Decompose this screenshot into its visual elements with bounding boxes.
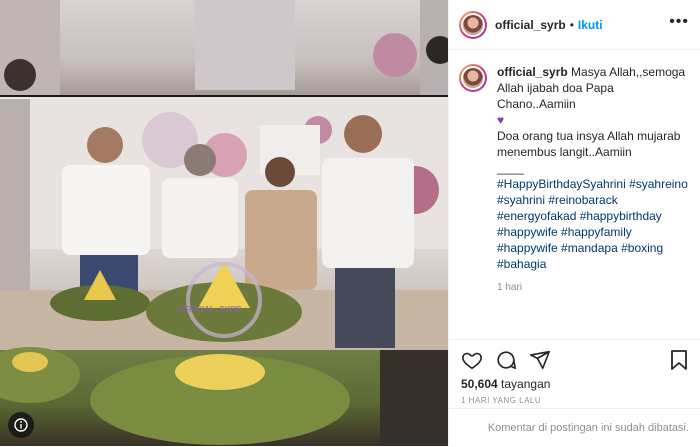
view-count: 50,604 tayangan — [461, 377, 550, 391]
scene-illustration — [0, 0, 448, 446]
comment-icon[interactable] — [495, 349, 517, 376]
caption-hashtags[interactable]: #HappyBirthdaySyahrini #syahreino #syahr… — [497, 177, 688, 271]
caption-body: official_syrb Masya Allah,,semoga Allah … — [497, 64, 691, 272]
post-media[interactable]: OFFICIAL_SYRB — [0, 0, 448, 446]
bookmark-icon[interactable] — [669, 349, 689, 376]
post-header: official_syrb • Ikuti ••• — [449, 0, 700, 50]
caption: official_syrb Masya Allah,,semoga Allah … — [459, 64, 691, 293]
more-icon[interactable]: ••• — [669, 14, 689, 30]
action-bar: 50,604 tayangan 1 HARI YANG LALU Komenta… — [449, 339, 700, 446]
caption-avatar[interactable] — [459, 64, 487, 92]
follow-button[interactable]: Ikuti — [578, 18, 603, 32]
caption-time: 1 hari — [497, 282, 523, 293]
share-icon[interactable] — [529, 349, 551, 376]
caption-line2: Doa orang tua insya Allah mujarab menemb… — [497, 129, 681, 159]
views-label: tayangan — [501, 377, 551, 391]
heart-icon[interactable] — [461, 349, 483, 376]
comments-disabled-notice: Komentar di postingan ini sudah dibatasi… — [449, 408, 700, 447]
purple-heart-icon: ♥ — [497, 113, 505, 127]
caption-divider: ____ — [497, 161, 524, 175]
post-date[interactable]: 1 HARI YANG LALU — [461, 396, 541, 405]
post-sidebar: official_syrb • Ikuti ••• official_syrb … — [448, 0, 700, 446]
watermark: OFFICIAL_SYRB — [178, 305, 242, 314]
separator-dot: • — [569, 17, 574, 32]
header-username[interactable]: official_syrb — [495, 18, 566, 32]
views-number: 50,604 — [461, 377, 498, 391]
info-icon[interactable] — [8, 412, 34, 438]
avatar[interactable] — [459, 10, 487, 39]
caption-username[interactable]: official_syrb — [497, 65, 568, 79]
